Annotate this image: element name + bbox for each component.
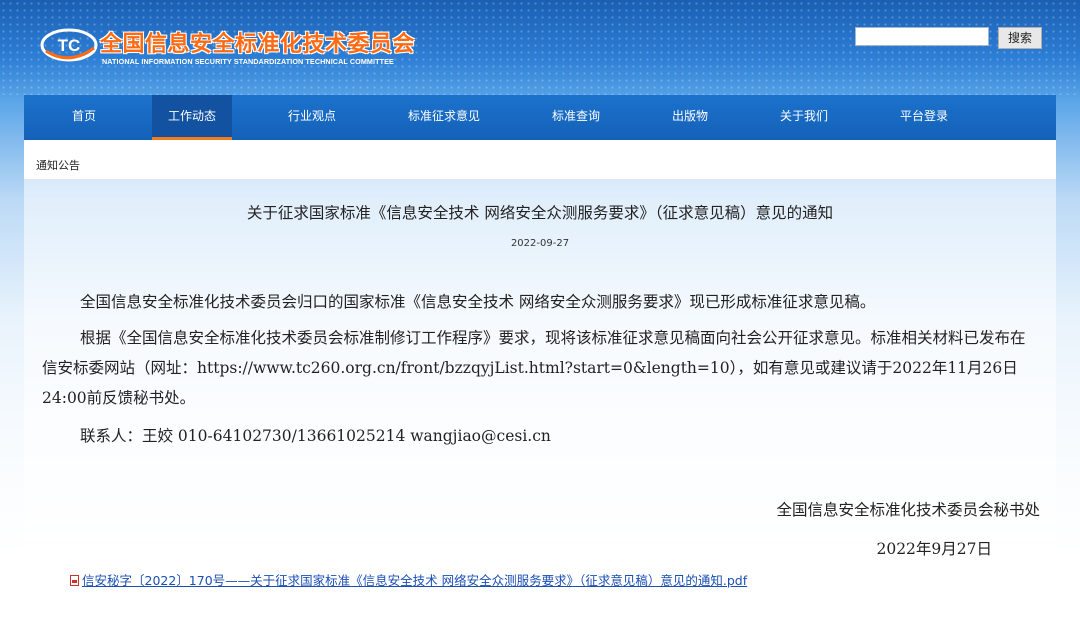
nav-item-home[interactable]: 首页 bbox=[48, 95, 120, 140]
site-header: TC 全国信息安全标准化技术委员会 NATIONAL INFORMATION S… bbox=[0, 0, 1080, 95]
pdf-icon bbox=[70, 575, 79, 586]
search-button[interactable]: 搜索 bbox=[998, 27, 1042, 49]
breadcrumb[interactable]: 通知公告 bbox=[36, 157, 80, 173]
attachment-link[interactable]: 信安秘字〔2022〕170号——关于征求国家标准《信息安全技术 网络安全众测服务… bbox=[70, 570, 747, 589]
article-paragraph-2: 根据《全国信息安全标准化技术委员会标准制修订工作程序》要求，现将该标准征求意见稿… bbox=[42, 329, 1026, 407]
nav-item-platform-login[interactable]: 平台登录 bbox=[884, 95, 964, 140]
nav-item-standard-comments[interactable]: 标准征求意见 bbox=[394, 95, 494, 140]
logo-text: TC bbox=[58, 36, 81, 55]
main-nav: 首页 工作动态 行业观点 标准征求意见 标准查询 出版物 关于我们 平台登录 bbox=[24, 95, 1056, 140]
tc-logo-icon[interactable]: TC bbox=[38, 26, 100, 64]
article-date: 2022-09-27 bbox=[510, 238, 570, 249]
signature: 全国信息安全标准化技术委员会秘书处 bbox=[776, 501, 1040, 519]
nav-item-standard-query[interactable]: 标准查询 bbox=[536, 95, 616, 140]
nav-item-about-us[interactable]: 关于我们 bbox=[764, 95, 844, 140]
nav-item-industry-views[interactable]: 行业观点 bbox=[272, 95, 352, 140]
article-paragraph-1: 全国信息安全标准化技术委员会归口的国家标准《信息安全技术 网络安全众测服务要求》… bbox=[80, 293, 876, 311]
attachment-label[interactable]: 信安秘字〔2022〕170号——关于征求国家标准《信息安全技术 网络安全众测服务… bbox=[82, 573, 747, 588]
nav-item-publications[interactable]: 出版物 bbox=[654, 95, 726, 140]
signature-date: 2022年9月27日 bbox=[876, 540, 992, 558]
article-title: 关于征求国家标准《信息安全技术 网络安全众测服务要求》（征求意见稿）意见的通知 bbox=[246, 204, 834, 222]
search-input[interactable] bbox=[855, 27, 989, 46]
contact-info: 联系人：王姣 010-64102730/13661025214 wangjiao… bbox=[80, 427, 551, 445]
site-title[interactable]: 全国信息安全标准化技术委员会 bbox=[100, 26, 415, 58]
breadcrumb-bar bbox=[24, 140, 1056, 180]
site-subtitle: NATIONAL INFORMATION SECURITY STANDARDIZ… bbox=[102, 57, 394, 66]
nav-item-work-news[interactable]: 工作动态 bbox=[152, 95, 232, 140]
